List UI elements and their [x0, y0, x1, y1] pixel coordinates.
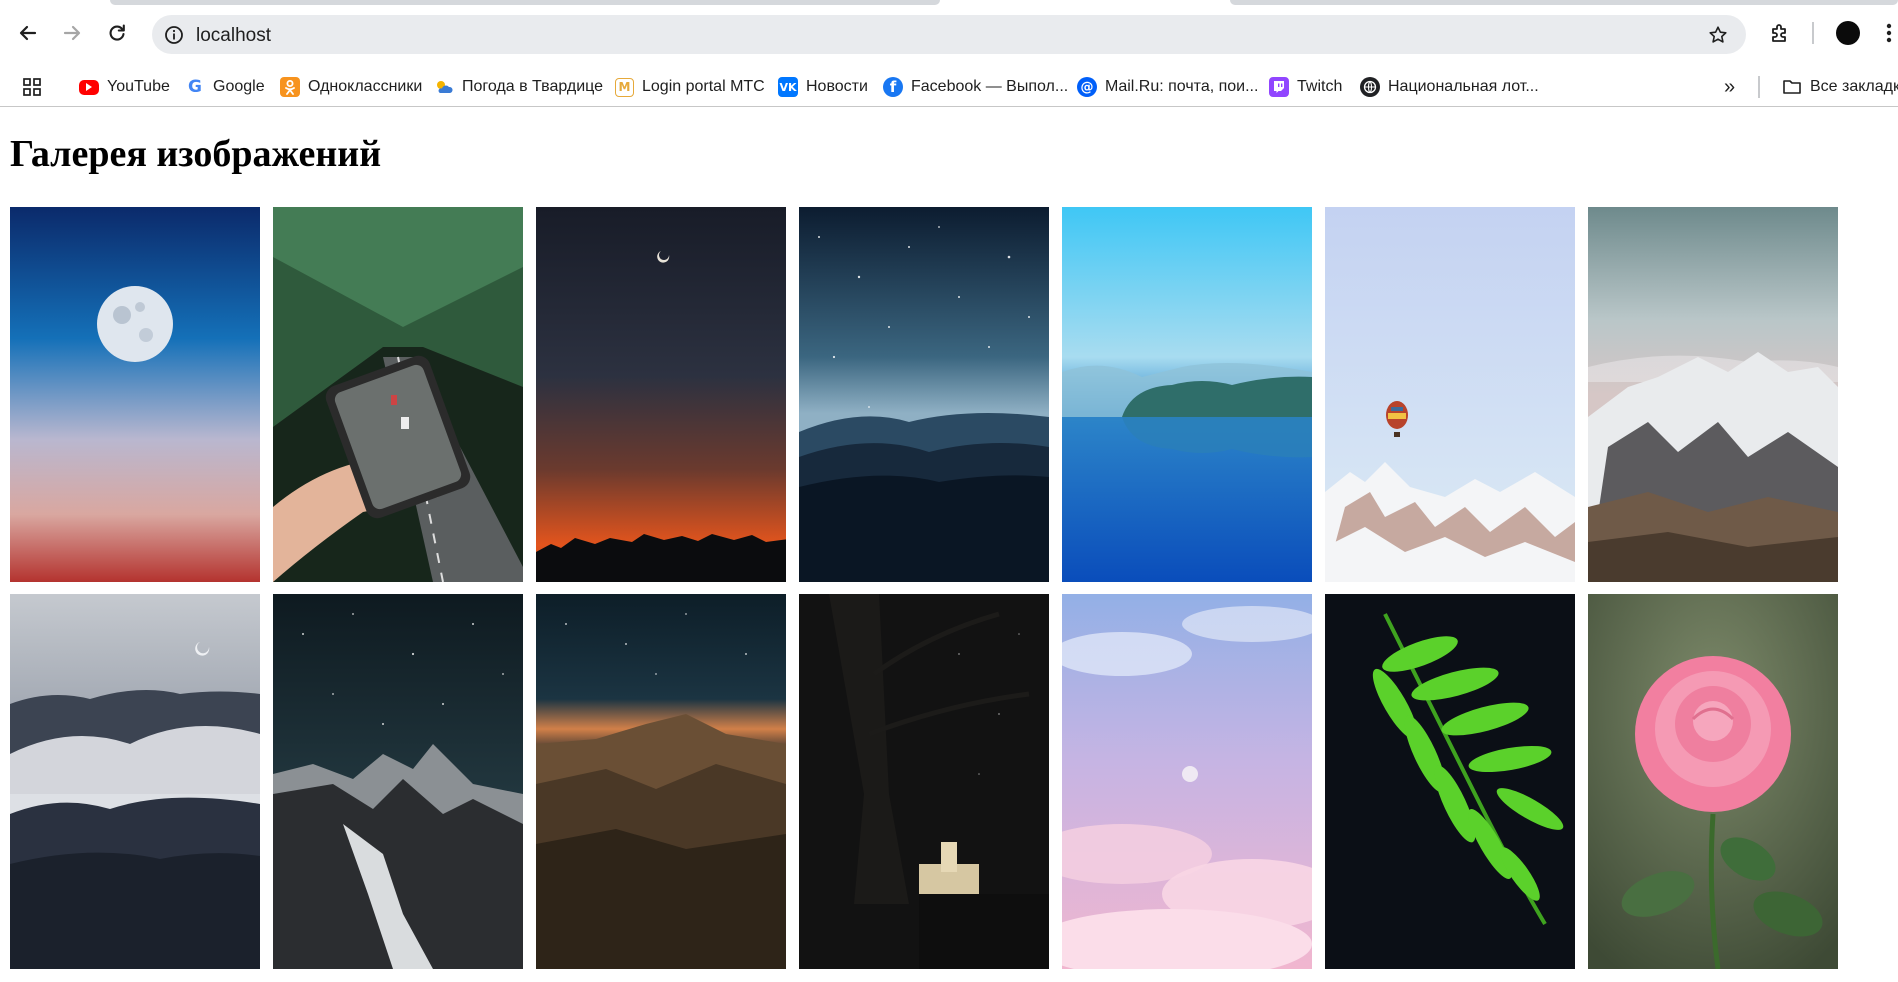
facebook-icon: f	[883, 77, 903, 97]
apps-grid-icon	[23, 78, 41, 96]
bookmark-facebook[interactable]: f Facebook — Выпол...	[883, 74, 1068, 100]
reload-button[interactable]	[101, 17, 133, 49]
bookmarks-separator	[1758, 76, 1760, 98]
bookmark-label: Facebook — Выпол...	[911, 78, 1069, 95]
gallery-image[interactable]	[536, 594, 786, 969]
fern-photo	[1325, 594, 1575, 969]
pink-rose-photo	[1588, 594, 1838, 969]
bookmark-weather[interactable]: Погода в Твардице	[434, 74, 603, 100]
vk-icon: VK	[778, 77, 798, 97]
gallery-image[interactable]	[1588, 207, 1838, 582]
extensions-icon	[1772, 24, 1786, 42]
phone-road-photo	[273, 207, 523, 582]
gallery-image[interactable]	[536, 207, 786, 582]
bookmark-odnoklassniki[interactable]: Одноклассники	[280, 74, 422, 100]
dark-peak-photo	[273, 594, 523, 969]
gallery-image[interactable]	[273, 594, 523, 969]
twitch-icon	[1269, 77, 1289, 97]
site-info-button[interactable]	[160, 21, 188, 49]
address-bar-url[interactable]: localhost	[196, 25, 271, 47]
gallery-image[interactable]	[1062, 594, 1312, 969]
gallery-image[interactable]	[1325, 207, 1575, 582]
starry-mountains-photo	[799, 207, 1049, 582]
odnoklassniki-icon	[280, 77, 300, 97]
tab-strip-edge	[1230, 0, 1898, 5]
bookmark-star-button[interactable]	[1706, 23, 1730, 47]
tab-strip-edge	[110, 0, 940, 5]
reload-icon	[109, 24, 125, 41]
balloon-snowy-peaks-photo	[1325, 207, 1575, 582]
bookmark-label: Google	[213, 78, 265, 95]
bookmark-label: Новости	[806, 78, 868, 95]
gallery-image[interactable]	[273, 207, 523, 582]
mountain-dusk-photo	[536, 594, 786, 969]
menu-button[interactable]	[1880, 18, 1898, 48]
forward-icon	[63, 25, 81, 41]
gallery-image[interactable]	[1062, 207, 1312, 582]
mailru-icon: @	[1077, 77, 1097, 97]
moon-photo	[10, 207, 260, 582]
folder-icon	[1783, 80, 1801, 94]
gallery-image[interactable]	[1588, 594, 1838, 969]
bookmarks-bar: YouTube G Google Одноклассники Погода в …	[0, 68, 1898, 107]
all-bookmarks-button[interactable]: Все закладки	[1782, 74, 1898, 100]
all-bookmarks-label: Все закладки	[1810, 78, 1898, 95]
mts-icon: M	[615, 77, 634, 97]
gallery-image[interactable]	[1325, 594, 1575, 969]
bookmark-mailru[interactable]: @ Mail.Ru: почта, пои...	[1077, 74, 1258, 100]
bookmark-mts[interactable]: M Login portal МТС	[615, 74, 765, 100]
google-icon: G	[188, 77, 202, 97]
forward-button[interactable]	[56, 17, 88, 49]
bookmark-label: Twitch	[1297, 78, 1343, 95]
bookmark-label: Одноклассники	[308, 78, 423, 95]
bookmark-vk-news[interactable]: VK Новости	[778, 74, 868, 100]
back-icon	[19, 25, 37, 41]
foggy-forest-photo	[10, 594, 260, 969]
toolbar-separator	[1812, 22, 1814, 44]
gallery-image[interactable]	[10, 594, 260, 969]
bookmarks-overflow-button[interactable]: »	[1724, 74, 1735, 100]
bookmark-twitch[interactable]: Twitch	[1269, 74, 1342, 100]
bookmark-label: Погода в Твардице	[462, 78, 604, 95]
snow-range-photo	[1588, 207, 1838, 582]
pink-clouds-photo	[1062, 594, 1312, 969]
blue-lake-photo	[1062, 207, 1312, 582]
youtube-icon	[79, 79, 99, 95]
bookmark-lottery[interactable]: Национальная лот...	[1360, 74, 1539, 100]
weather-icon	[434, 77, 454, 97]
page-title: Галерея изображений	[10, 133, 382, 175]
bookmark-star-icon	[1709, 26, 1727, 43]
image-gallery	[10, 207, 1838, 969]
address-bar[interactable]: localhost	[152, 15, 1746, 54]
globe-icon	[1360, 77, 1380, 97]
browser-toolbar: localhost	[0, 0, 1898, 68]
sunset-crescent-photo	[536, 207, 786, 582]
castle-night-photo	[799, 594, 1049, 969]
menu-icon	[1886, 23, 1892, 43]
bookmark-google[interactable]: G Google	[185, 74, 265, 100]
chevron-double-right-icon: »	[1724, 75, 1736, 98]
bookmark-label: Mail.Ru: почта, пои...	[1105, 78, 1259, 95]
bookmark-label: Национальная лот...	[1388, 78, 1539, 95]
back-button[interactable]	[12, 17, 44, 49]
bookmark-label: YouTube	[107, 78, 170, 95]
bookmark-label: Login portal МТС	[642, 78, 765, 95]
apps-button[interactable]	[22, 74, 42, 100]
site-info-icon	[165, 26, 183, 44]
gallery-image[interactable]	[799, 594, 1049, 969]
profile-avatar[interactable]	[1836, 21, 1860, 45]
gallery-image[interactable]	[10, 207, 260, 582]
bookmark-youtube[interactable]: YouTube	[79, 74, 170, 100]
extensions-button[interactable]	[1765, 18, 1795, 48]
gallery-image[interactable]	[799, 207, 1049, 582]
